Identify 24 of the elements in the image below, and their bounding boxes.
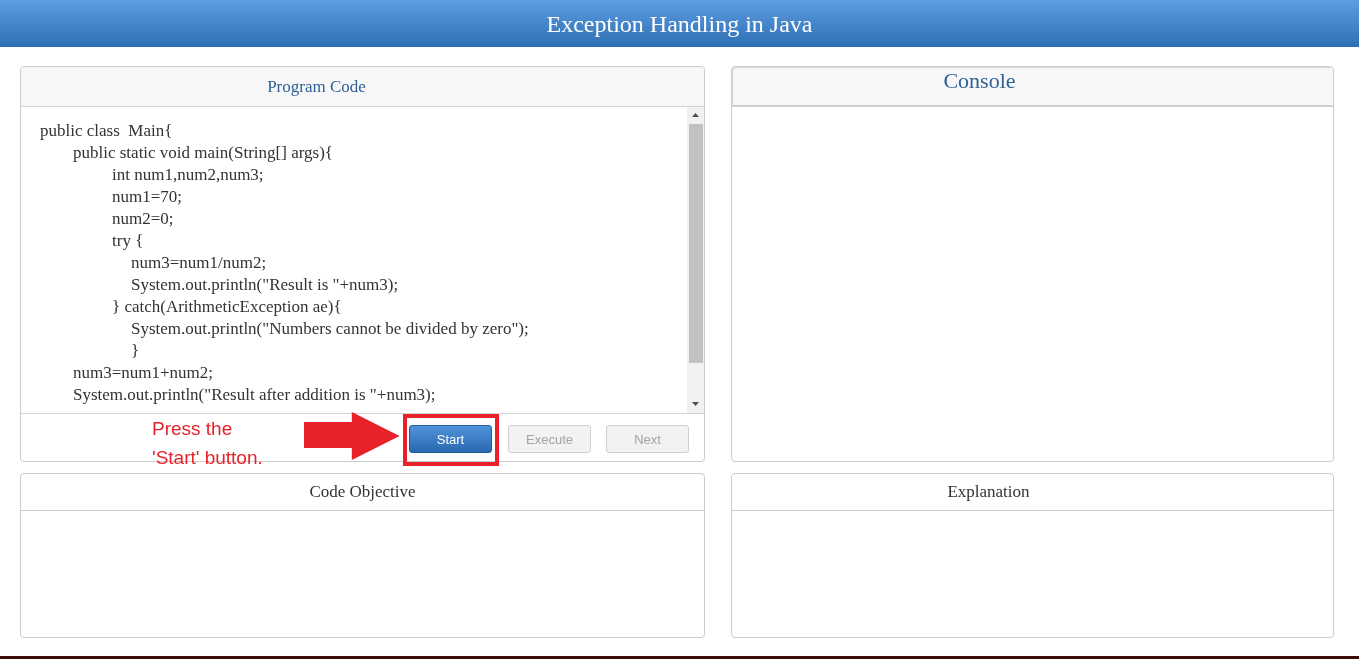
code-line: } <box>131 341 140 360</box>
code-line: int num1,num2,num3; <box>112 165 264 184</box>
code-line: num1=70; <box>112 187 183 206</box>
instruction-text: Press the 'Start' button. <box>152 417 264 470</box>
action-button[interactable]: Start <box>409 425 492 453</box>
panel-title: Console <box>943 68 1016 94</box>
code-line: try { <box>112 231 144 250</box>
code-line: public class Main{ <box>40 121 173 140</box>
caret-down-icon[interactable] <box>692 402 699 406</box>
page-title: Exception Handling in Java <box>546 11 813 36</box>
scrollbar-thumb[interactable] <box>688 124 703 363</box>
code-line: num3=num1+num2; <box>73 363 214 382</box>
code-line: } catch(ArithmeticException ae){ <box>112 297 342 316</box>
code-line: num3=num1/num2; <box>131 253 267 272</box>
code-line: num2=0; <box>112 209 174 228</box>
code-line: System.out.println("Numbers cannot be divided by zero"); <box>131 319 529 338</box>
code-line: System.out.println("Result after addition is "+num3); <box>73 385 436 404</box>
arrow-icon <box>304 412 400 460</box>
code-line: System.out.println("Result is "+num3); <box>131 275 399 294</box>
panel-title: Program Code <box>267 75 366 98</box>
panel-title: Code Objective <box>309 481 416 504</box>
caret-up-icon[interactable] <box>692 113 699 117</box>
code-line: public static void main(String[] args){ <box>73 143 333 162</box>
panel-title: Explanation <box>947 481 1030 504</box>
